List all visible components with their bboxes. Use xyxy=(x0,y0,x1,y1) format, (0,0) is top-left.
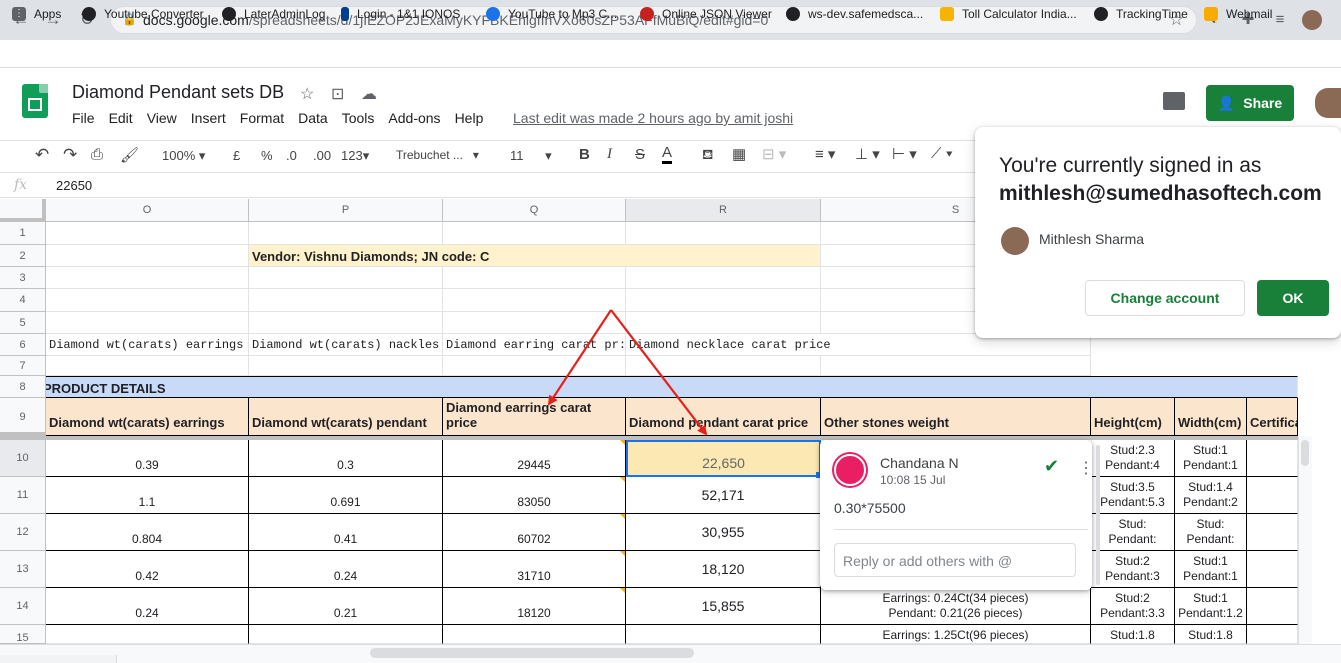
sheet-tabs-area[interactable] xyxy=(0,655,117,663)
account-avatar xyxy=(1001,227,1029,255)
signed-in-email: mithlesh@sumedhasoftech.com xyxy=(999,182,1322,205)
change-account-button[interactable]: Change account xyxy=(1085,280,1245,316)
comment-text: 0.30*75500 xyxy=(834,500,906,516)
ok-button[interactable]: OK xyxy=(1257,280,1329,316)
comment-scrollbar[interactable] xyxy=(1096,445,1100,585)
horizontal-scroll-thumb[interactable] xyxy=(370,648,694,658)
account-name: Mithlesh Sharma xyxy=(1039,231,1145,247)
comment-popup: Chandana N 10:08 15 Jul ✔ ⋮ 0.30*75500 R… xyxy=(820,440,1094,590)
resolve-check-icon[interactable]: ✔ xyxy=(1044,456,1059,477)
reply-input[interactable]: Reply or add others with @ xyxy=(834,543,1076,577)
account-popup: You're currently signed in as mithlesh@s… xyxy=(975,127,1341,338)
comment-time: 10:08 15 Jul xyxy=(880,473,946,487)
arrow-to-earrings-price xyxy=(547,309,612,406)
signed-in-text: You're currently signed in as xyxy=(999,154,1262,177)
commenter-avatar xyxy=(834,454,866,486)
divider xyxy=(834,529,1088,530)
arrow-to-pendant-price xyxy=(610,309,708,436)
comment-author: Chandana N xyxy=(880,455,959,471)
more-vert-icon[interactable]: ⋮ xyxy=(1078,458,1094,478)
